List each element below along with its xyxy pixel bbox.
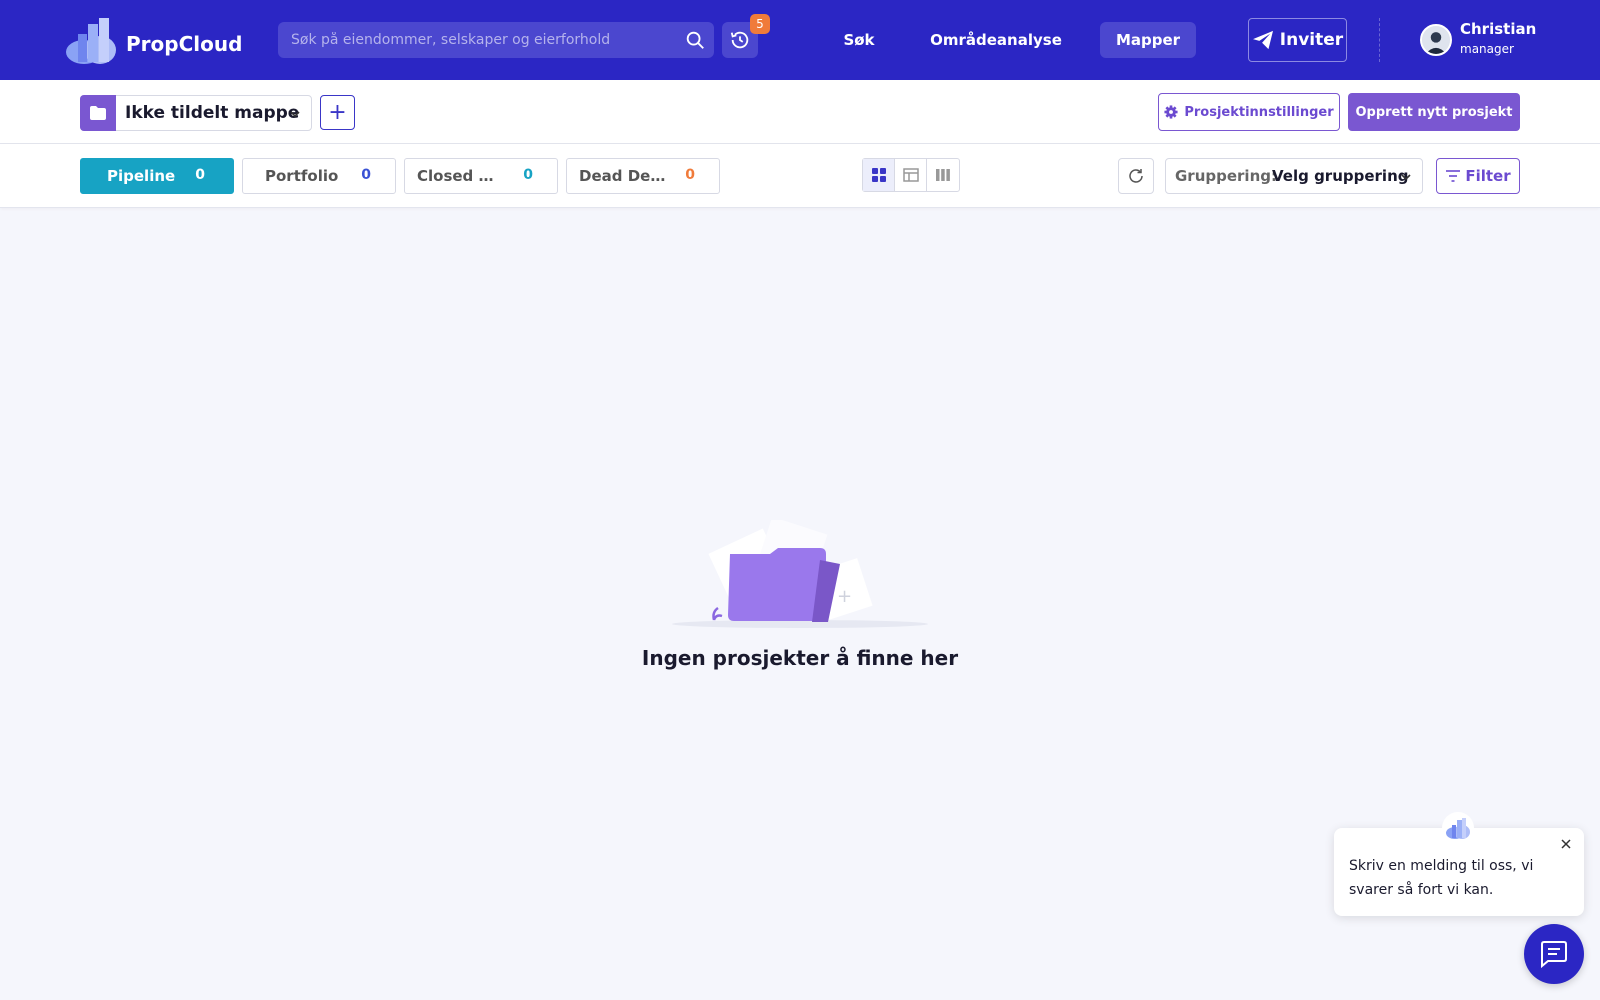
paper-plane-icon bbox=[1252, 30, 1273, 50]
history-count-badge: 5 bbox=[750, 14, 770, 34]
empty-state-message: Ingen prosjekter å finne her bbox=[641, 646, 959, 670]
chat-message: Skriv en melding til oss, vi svarer så f… bbox=[1349, 858, 1534, 898]
project-settings-button[interactable]: Prosjektinnstillinger bbox=[1158, 93, 1340, 131]
invite-button[interactable]: Inviter bbox=[1248, 18, 1347, 62]
tab-count: 0 bbox=[685, 167, 695, 183]
refresh-icon bbox=[1129, 169, 1143, 183]
grid-view-button[interactable] bbox=[863, 159, 895, 191]
pipeline-toolbar: Pipeline 0 Portfolio 0 Closed Deals 0 De… bbox=[0, 144, 1600, 208]
chevron-down-icon bbox=[290, 111, 300, 118]
tab-label: Closed Deals bbox=[417, 167, 505, 185]
chevron-down-icon bbox=[1401, 174, 1411, 181]
tab-count: 0 bbox=[523, 167, 533, 183]
nav-sok[interactable]: Søk bbox=[836, 22, 882, 58]
gear-icon bbox=[1164, 105, 1178, 119]
nav-mapper[interactable]: Mapper bbox=[1100, 22, 1196, 58]
filter-icon bbox=[1446, 170, 1461, 182]
close-icon[interactable] bbox=[1560, 838, 1572, 850]
tab-pipeline[interactable]: Pipeline 0 bbox=[80, 158, 234, 194]
empty-folder-illustration: + bbox=[672, 520, 928, 628]
selected-folder-label: Ikke tildelt mappe bbox=[125, 103, 300, 123]
folder-icon-box bbox=[80, 95, 116, 131]
grid-view-icon bbox=[871, 168, 886, 182]
tab-label: Portfolio bbox=[265, 167, 339, 185]
refresh-button[interactable] bbox=[1118, 158, 1154, 194]
tab-count: 0 bbox=[195, 167, 205, 183]
project-settings-label: Prosjektinnstillinger bbox=[1184, 104, 1334, 120]
folder-toolbar: Ikke tildelt mappe + Prosjektinnstilling… bbox=[0, 80, 1600, 144]
invite-label: Inviter bbox=[1279, 30, 1344, 50]
view-switcher bbox=[862, 158, 960, 192]
avatar[interactable] bbox=[1420, 24, 1452, 56]
propcloud-logo-icon bbox=[1446, 818, 1470, 839]
chat-bubble-icon bbox=[1541, 941, 1567, 968]
create-project-button[interactable]: Opprett nytt prosjekt bbox=[1348, 93, 1520, 131]
folder-icon bbox=[90, 106, 106, 120]
top-navigation-bar: PropCloud 5 Søk Områdeanalyse Mapper Inv… bbox=[0, 0, 1600, 80]
plus-icon: + bbox=[328, 100, 347, 125]
user-photo-icon bbox=[1422, 26, 1450, 54]
chat-logo bbox=[1442, 812, 1474, 844]
nav-omradeanalyse[interactable]: Områdeanalyse bbox=[926, 22, 1066, 58]
tab-dead-deals[interactable]: Dead Deals 0 bbox=[566, 158, 720, 194]
tab-portfolio[interactable]: Portfolio 0 bbox=[242, 158, 396, 194]
tab-closed-deals[interactable]: Closed Deals 0 bbox=[404, 158, 558, 194]
search-icon[interactable] bbox=[684, 29, 706, 51]
propcloud-logo-icon bbox=[66, 18, 116, 64]
search-input[interactable] bbox=[278, 22, 678, 58]
svg-text:+: + bbox=[837, 586, 852, 607]
user-role: manager bbox=[1460, 42, 1514, 56]
folder-dropdown[interactable]: Ikke tildelt mappe bbox=[80, 95, 312, 131]
add-folder-button[interactable]: + bbox=[320, 95, 355, 130]
grouping-value: Velg gruppering bbox=[1272, 167, 1409, 185]
user-name[interactable]: Christian bbox=[1460, 20, 1536, 38]
global-search[interactable] bbox=[278, 22, 714, 58]
history-icon bbox=[730, 31, 749, 49]
tab-label: Pipeline bbox=[107, 167, 176, 185]
filter-button[interactable]: Filter bbox=[1436, 158, 1520, 194]
tab-count: 0 bbox=[361, 167, 371, 183]
filter-label: Filter bbox=[1465, 167, 1511, 185]
board-view-button[interactable] bbox=[927, 159, 959, 191]
app-name: PropCloud bbox=[126, 32, 243, 56]
chat-prompt-card[interactable]: Skriv en melding til oss, vi svarer så f… bbox=[1334, 812, 1584, 916]
tab-label: Dead Deals bbox=[579, 167, 667, 185]
board-view-icon bbox=[936, 169, 950, 181]
table-view-button[interactable] bbox=[895, 159, 927, 191]
grouping-label: Gruppering: bbox=[1175, 167, 1277, 185]
chat-launcher-button[interactable] bbox=[1524, 924, 1584, 984]
grouping-dropdown[interactable]: Gruppering: Velg gruppering bbox=[1165, 158, 1423, 194]
table-view-icon bbox=[902, 168, 919, 182]
header-divider bbox=[1379, 18, 1380, 62]
app-logo[interactable]: PropCloud bbox=[64, 16, 242, 64]
